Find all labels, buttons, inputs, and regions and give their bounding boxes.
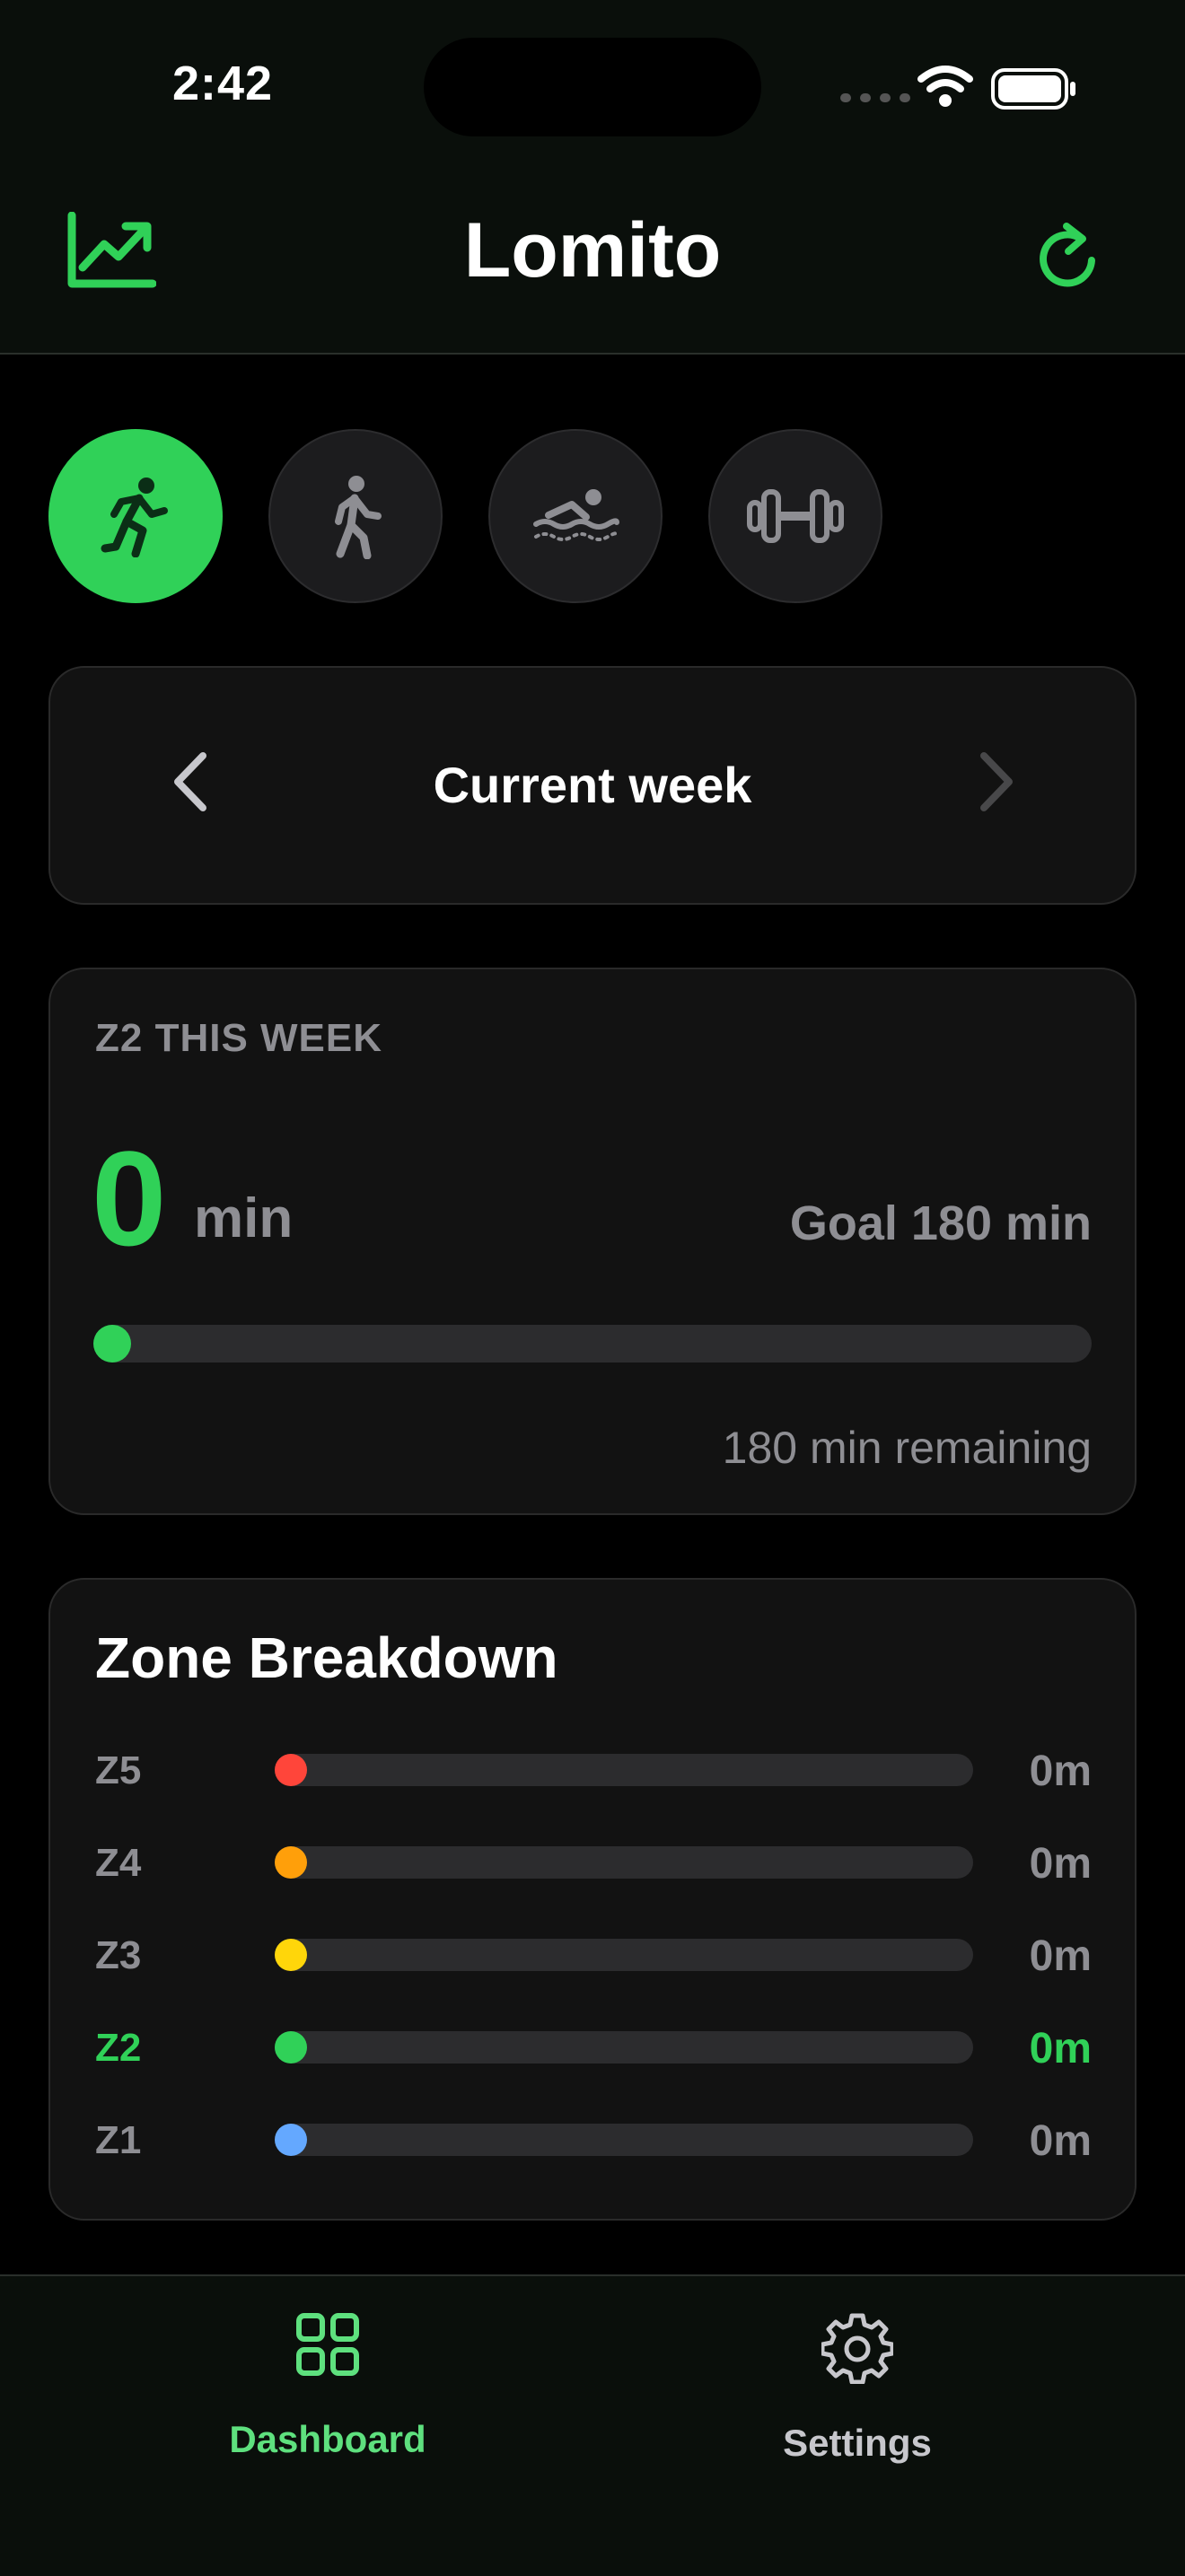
battery-icon <box>991 68 1075 110</box>
zone-bar-fill <box>275 1846 307 1879</box>
zone-bar <box>275 1754 973 1786</box>
zone-bar <box>275 2031 973 2063</box>
zone-bar <box>275 1846 973 1879</box>
z2-remaining: 180 min remaining <box>722 1423 1092 1473</box>
zone-row-z5: Z5 0m <box>95 1741 1092 1795</box>
refresh-icon[interactable] <box>1040 221 1102 291</box>
zone-value: 0m <box>1029 2117 1092 2165</box>
walking-icon <box>335 476 382 559</box>
z2-minutes-unit: min <box>194 1187 294 1249</box>
activity-walking-button[interactable] <box>268 429 443 603</box>
chevron-right-icon[interactable] <box>975 749 1020 815</box>
zone-value: 0m <box>1029 2025 1092 2072</box>
zone-row-z3: Z3 0m <box>95 1926 1092 1980</box>
cellular-signal-icon <box>840 93 910 102</box>
zone-label: Z1 <box>95 2118 142 2162</box>
zone-bar <box>275 2124 973 2156</box>
zone-breakdown-title: Zone Breakdown <box>95 1625 558 1690</box>
activity-strength-button[interactable] <box>708 429 882 603</box>
week-label: Current week <box>433 757 752 813</box>
app-title: Lomito <box>463 207 722 294</box>
zone-value: 0m <box>1029 1932 1092 1980</box>
z2-progress-fill <box>93 1325 131 1362</box>
strength-icon <box>747 489 844 543</box>
zone-label: Z4 <box>95 1841 142 1885</box>
tab-settings[interactable]: Settings <box>669 2276 1046 2501</box>
dynamic-island <box>424 38 761 136</box>
swimming-icon <box>533 489 619 541</box>
gear-icon <box>821 2313 893 2384</box>
tab-dashboard[interactable]: Dashboard <box>139 2276 516 2501</box>
tab-bar: Dashboard Settings <box>0 2274 1185 2576</box>
week-selector-card: Current week <box>48 666 1137 905</box>
zone-bar-fill <box>275 2031 307 2063</box>
zone-row-z4: Z4 0m <box>95 1834 1092 1888</box>
grid-icon <box>296 2313 359 2376</box>
activity-running-button[interactable] <box>48 429 223 603</box>
zone-value: 0m <box>1029 1840 1092 1888</box>
tab-label: Settings <box>783 2422 932 2464</box>
zone-bar-fill <box>275 1754 307 1786</box>
zone-breakdown-card: Zone Breakdown Z5 0m Z4 0m Z3 0m Z2 0m Z… <box>48 1578 1137 2221</box>
z2-heading: Z2 THIS WEEK <box>95 1016 383 1060</box>
z2-minutes-value: 0 <box>92 1123 167 1274</box>
zone-row-z2: Z2 0m <box>95 2019 1092 2072</box>
z2-progress-bar <box>93 1325 1092 1362</box>
zone-bar-fill <box>275 2124 307 2156</box>
zone-bar-fill <box>275 1939 307 1971</box>
zone-row-z1: Z1 0m <box>95 2111 1092 2165</box>
zone-value: 0m <box>1029 1748 1092 1795</box>
top-bar: 2:42 Lomito <box>0 0 1185 355</box>
tab-label: Dashboard <box>229 2418 426 2460</box>
running-icon <box>101 478 168 557</box>
activity-swimming-button[interactable] <box>488 429 663 603</box>
zone-label: Z2 <box>95 2026 142 2070</box>
z2-goal: Goal 180 min <box>789 1196 1092 1250</box>
wifi-icon <box>917 66 973 107</box>
zone-bar <box>275 1939 973 1971</box>
z2-summary-card: Z2 THIS WEEK 0 min Goal 180 min 180 min … <box>48 968 1137 1515</box>
status-time: 2:42 <box>172 57 274 110</box>
zone-label: Z3 <box>95 1933 142 1977</box>
zone-label: Z5 <box>95 1748 142 1792</box>
